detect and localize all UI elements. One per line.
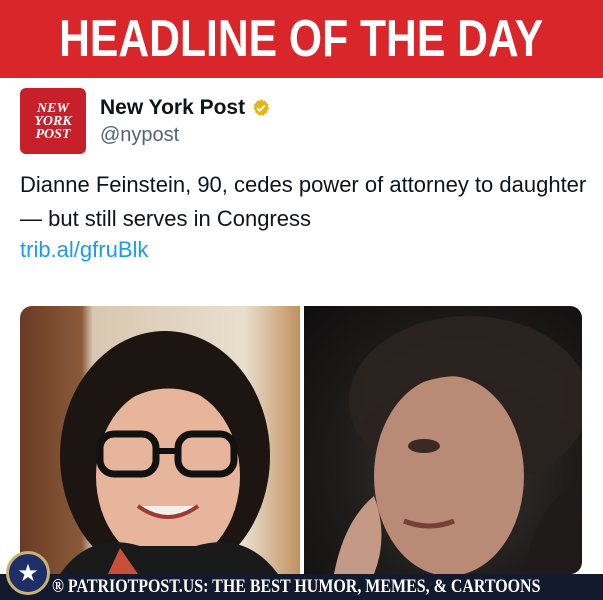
photo-feinstein-illustration — [334, 316, 582, 574]
patriot-post-seal-icon: ★ — [6, 551, 50, 595]
photo-feinstein[interactable] — [304, 306, 582, 574]
tweet-media[interactable] — [20, 306, 582, 574]
logo-line-1: NEW — [37, 100, 69, 116]
logo-line-3: POST — [35, 126, 71, 142]
photo-daughter[interactable] — [20, 306, 300, 574]
tweet-link[interactable]: trib.al/gfruBlk — [20, 237, 148, 263]
tweet-text: Dianne Feinstein, 90, cedes power of att… — [20, 172, 587, 231]
nypost-logo[interactable]: NEW YORK POST — [20, 88, 86, 154]
account-info: New York Post @nypost — [100, 96, 271, 147]
photo-daughter-illustration — [60, 331, 278, 574]
footer-credit: ® PATRIOTPOST.US: THE BEST HUMOR, MEMES,… — [52, 576, 541, 597]
banner-title: HEADLINE OF THE DAY — [59, 10, 544, 68]
headline-banner: HEADLINE OF THE DAY — [0, 0, 603, 78]
name-row: New York Post — [100, 96, 271, 120]
seal-star-icon: ★ — [17, 559, 39, 587]
footer-bar: ® PATRIOTPOST.US: THE BEST HUMOR, MEMES,… — [0, 574, 603, 600]
verified-badge-icon — [253, 98, 270, 116]
account-handle[interactable]: @nypost — [100, 124, 271, 147]
account-name[interactable]: New York Post — [100, 96, 245, 120]
tweet-header: NEW YORK POST New York Post @nypost — [20, 86, 271, 156]
logo-line-2: YORK — [34, 113, 72, 129]
